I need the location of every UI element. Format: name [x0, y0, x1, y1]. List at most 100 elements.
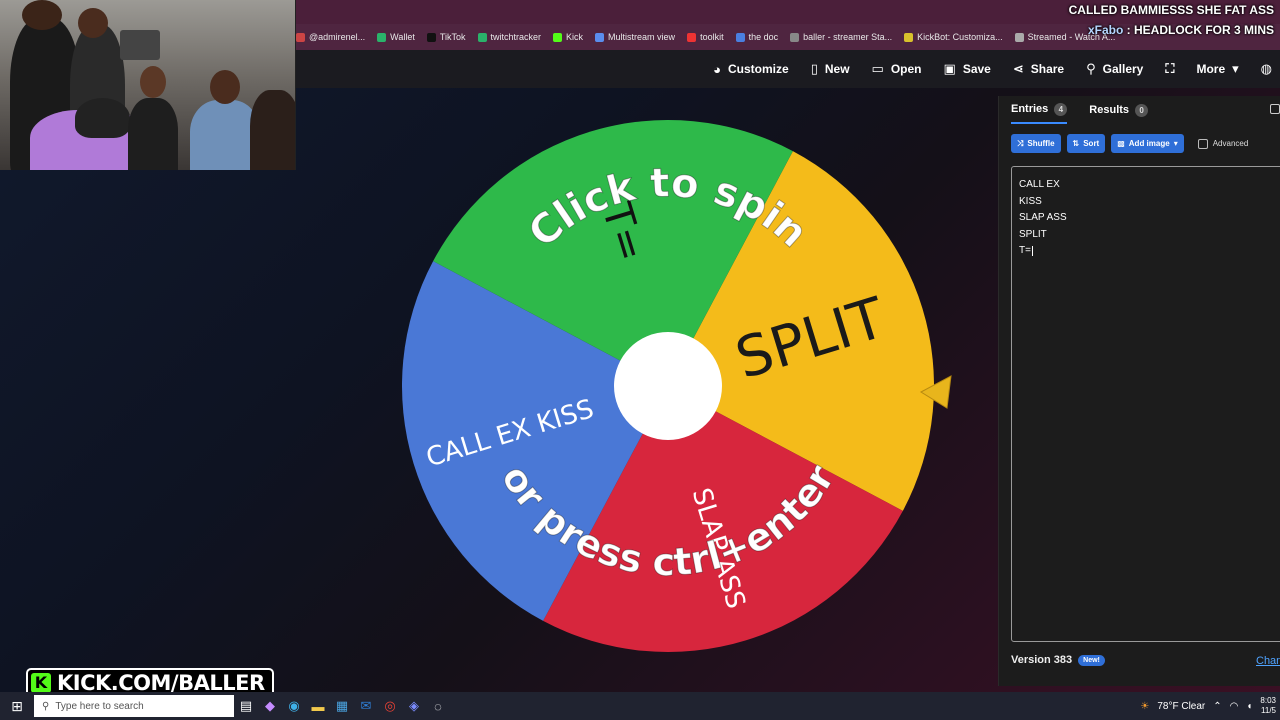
open-button[interactable]: ▭ Open: [872, 61, 922, 77]
bookmark-item[interactable]: the doc: [735, 32, 779, 42]
bookmark-item[interactable]: TikTok: [426, 32, 466, 42]
palette-icon: ◕: [713, 61, 722, 77]
overlay-username: xFabo: [1087, 23, 1124, 37]
more-button[interactable]: More ▾: [1196, 61, 1238, 77]
edge-icon[interactable]: ◉: [282, 692, 306, 720]
webcam-overlay: [0, 0, 296, 170]
tab-entries[interactable]: Entries 4: [1011, 96, 1068, 124]
floppy-icon: ▣: [943, 61, 956, 76]
bookmark-favicon-icon: [426, 32, 436, 42]
obs-icon[interactable]: ◌: [426, 692, 450, 720]
entries-count-badge: 4: [1054, 102, 1068, 116]
clock-date: 11/5: [1261, 706, 1276, 715]
taskbar-search-input[interactable]: ⚲ Type here to search: [34, 695, 234, 717]
globe-icon: ◍: [1260, 61, 1272, 76]
entry-line[interactable]: CALL EX: [1019, 177, 1275, 194]
customize-label: Customize: [728, 62, 789, 76]
changelog-link[interactable]: Chan: [1256, 655, 1280, 667]
open-label: Open: [890, 62, 922, 76]
overlay-line-1: CALLED BAMMIESSS SHE FAT ASS: [1068, 3, 1274, 17]
weather-icon: ☀: [1140, 700, 1150, 712]
chrome-icon[interactable]: ◎: [378, 692, 402, 720]
wheel-svg[interactable]: SPLITSLAP ASSCALL EX KISST= Click to spi…: [402, 120, 934, 652]
sort-icon: ⇅: [1072, 139, 1080, 148]
weather-label: 78°F Clear: [1157, 700, 1206, 712]
network-icon[interactable]: ◠: [1230, 701, 1239, 712]
bookmark-label: Kick: [566, 32, 584, 42]
store-icon[interactable]: ▦: [330, 692, 354, 720]
windows-taskbar: ⊞ ⚲ Type here to search ▤ ◆ ◉ ▬ ▦ ✉ ◎ ◈ ◌…: [0, 692, 1280, 720]
customize-button[interactable]: ◕ Customize: [713, 62, 789, 77]
clock[interactable]: 8:03 11/5: [1260, 696, 1276, 716]
bookmark-label: Wallet: [390, 32, 415, 42]
bookmark-item[interactable]: baller - streamer Sta...: [790, 32, 892, 42]
search-placeholder: Type here to search: [55, 700, 144, 712]
bookmark-label: twitchtracker: [490, 32, 542, 42]
chevron-down-icon: ▾: [1232, 61, 1239, 76]
advanced-label: Advanced: [1212, 139, 1249, 148]
new-button[interactable]: ▯ New: [811, 61, 850, 77]
wheel-center[interactable]: [614, 332, 722, 440]
tab-results[interactable]: Results 0: [1089, 96, 1149, 124]
tab-results-label: Results: [1089, 104, 1130, 116]
entry-line[interactable]: KISS: [1019, 194, 1275, 211]
sort-button[interactable]: ⇅ Sort: [1066, 134, 1106, 153]
bookmark-item[interactable]: twitchtracker: [477, 32, 542, 42]
advanced-checkbox[interactable]: Advanced: [1197, 138, 1249, 149]
shuffle-icon: ⤨: [1017, 138, 1024, 148]
task-view-icon[interactable]: ▤: [234, 692, 258, 720]
bookmark-item[interactable]: Kick: [553, 32, 583, 42]
share-button[interactable]: ⋖ Share: [1013, 61, 1064, 77]
gallery-button[interactable]: ⚲ Gallery: [1086, 61, 1143, 77]
bookmark-favicon-icon: [1014, 32, 1024, 42]
spin-wheel[interactable]: SPLIT SLAP ASS CALL EX KISS T= Click to spi…: [402, 120, 934, 652]
bookmark-favicon-icon: [687, 32, 697, 42]
stream-frame: @admirenel... Wallet TikTok twitchtracker Ki…: [0, 0, 1280, 720]
entries-textarea[interactable]: CALL EX KISS SLAP ASS SPLIT T=: [1011, 166, 1280, 642]
search-icon: ⚲: [42, 700, 50, 712]
copilot-icon[interactable]: ◆: [258, 692, 282, 720]
new-badge[interactable]: New!: [1078, 654, 1105, 666]
entry-line[interactable]: T=: [1019, 243, 1275, 260]
shuffle-button[interactable]: ⤨ Shuffle: [1011, 134, 1061, 153]
bookmark-favicon-icon: [904, 32, 914, 42]
entry-line[interactable]: SPLIT: [1019, 227, 1275, 244]
discord-icon[interactable]: ◈: [402, 692, 426, 720]
sort-label: Sort: [1083, 139, 1100, 148]
bookmark-label: TikTok: [439, 32, 466, 42]
bookmark-favicon-icon: [735, 32, 745, 42]
hide-panel-icon[interactable]: [1270, 104, 1280, 114]
checkbox-box[interactable]: [1197, 138, 1208, 149]
language-button[interactable]: ◍: [1261, 61, 1272, 77]
wheel-pointer: [919, 375, 952, 409]
fullscreen-button[interactable]: ⛶: [1165, 61, 1174, 77]
tray-chevron-icon[interactable]: ⌃: [1213, 701, 1221, 712]
text-caret: [1031, 245, 1033, 256]
bookmark-label: Multistream view: [608, 32, 676, 42]
fullscreen-icon: ⛶: [1165, 61, 1175, 76]
bookmark-item[interactable]: @admirenel...: [296, 32, 365, 42]
file-explorer-icon[interactable]: ▬: [306, 692, 330, 720]
outlook-icon[interactable]: ✉: [354, 692, 378, 720]
search-icon: ⚲: [1086, 61, 1096, 76]
add-image-button[interactable]: ▩ Add image ▾: [1111, 134, 1184, 153]
bookmark-label: toolkit: [700, 32, 724, 42]
tab-entries-label: Entries: [1011, 103, 1049, 115]
image-icon: ▩: [1117, 139, 1125, 148]
bookmark-item[interactable]: toolkit: [687, 32, 724, 42]
bookmark-item[interactable]: Wallet: [377, 32, 415, 42]
chat-overlay: CALLED BAMMIESSS SHE FAT ASS xFabo : HEA…: [1069, 0, 1280, 40]
bookmark-item[interactable]: KickBot: Customiza...: [904, 32, 1003, 42]
chevron-down-icon: ▾: [1173, 139, 1178, 148]
windows-start-icon[interactable]: ⊞: [0, 692, 34, 720]
bookmark-label: KickBot: Customiza...: [917, 32, 1003, 42]
bookmark-item[interactable]: Multistream view: [595, 32, 675, 42]
bookmark-label: the doc: [748, 32, 779, 42]
bookmark-favicon-icon: [553, 32, 563, 42]
shuffle-label: Shuffle: [1027, 139, 1055, 148]
bookmark-favicon-icon: [477, 32, 487, 42]
save-button[interactable]: ▣ Save: [944, 61, 991, 77]
file-icon: ▯: [810, 61, 818, 76]
volume-icon[interactable]: ◖: [1246, 701, 1252, 712]
entry-line[interactable]: SLAP ASS: [1019, 210, 1275, 227]
